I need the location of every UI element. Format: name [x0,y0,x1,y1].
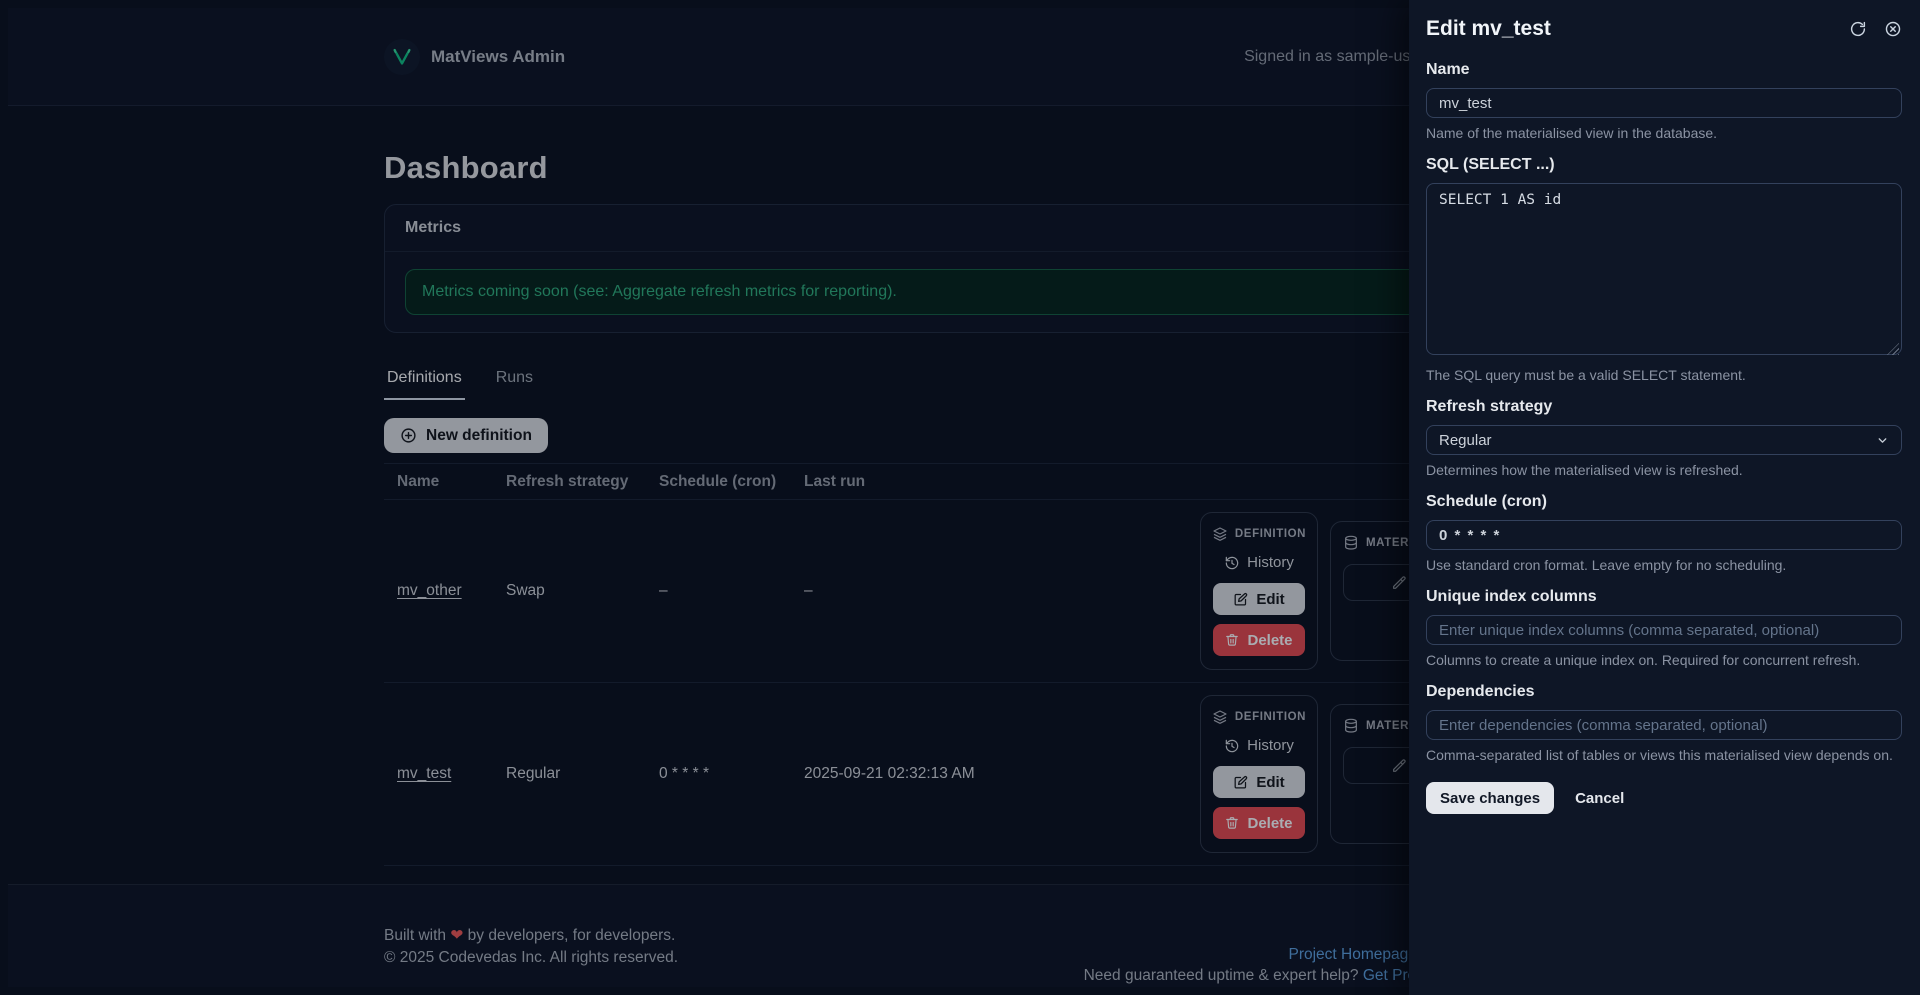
name-field[interactable] [1426,88,1902,118]
schedule-label: Schedule (cron) [1426,493,1547,510]
dependencies-field[interactable] [1426,710,1902,740]
close-circle-icon [1884,20,1902,38]
dependencies-label: Dependencies [1426,683,1535,700]
save-changes-button[interactable]: Save changes [1426,782,1555,814]
cancel-button[interactable]: Cancel [1575,790,1624,807]
refresh-strategy-select[interactable]: Regular [1426,425,1902,455]
name-label: Name [1426,61,1470,78]
chevron-down-icon [1876,434,1889,447]
unique-index-label: Unique index columns [1426,588,1597,605]
unique-index-field[interactable] [1426,615,1902,645]
unique-index-hint: Columns to create a unique index on. Req… [1426,652,1861,668]
close-button[interactable] [1884,20,1902,38]
refresh-icon [1849,20,1867,38]
refresh-button[interactable] [1849,20,1867,38]
dependencies-hint: Comma-separated list of tables or views … [1426,747,1893,763]
sql-hint: The SQL query must be a valid SELECT sta… [1426,367,1746,383]
sql-label: SQL (SELECT ...) [1426,156,1555,173]
schedule-field[interactable] [1426,520,1902,550]
sql-field[interactable] [1426,183,1902,355]
refresh-strategy-label: Refresh strategy [1426,398,1553,415]
drawer-title: Edit mv_test [1426,17,1551,40]
name-hint: Name of the materialised view in the dat… [1426,125,1718,141]
edit-drawer: Edit mv_test Name Name of the materi [1409,0,1920,995]
refresh-strategy-hint: Determines how the materialised view is … [1426,462,1743,478]
schedule-hint: Use standard cron format. Leave empty fo… [1426,557,1787,573]
